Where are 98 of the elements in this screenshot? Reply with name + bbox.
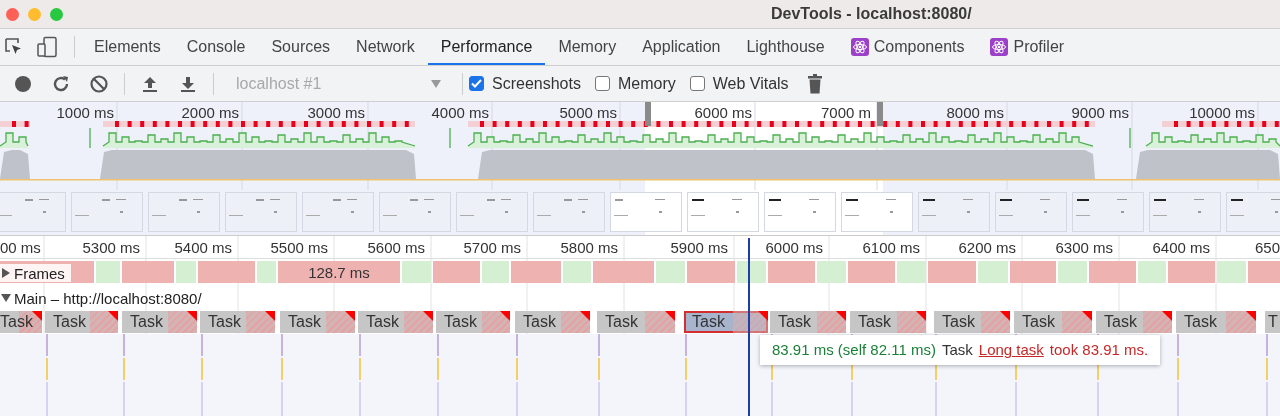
time-label: 6100 ms: [862, 239, 920, 256]
minimize-button[interactable]: [28, 7, 41, 21]
time-label: 6000 ms: [694, 104, 752, 121]
screenshot-thumbnail: [225, 192, 297, 232]
task-bar[interactable]: Task: [850, 311, 926, 333]
time-label: 9000 ms: [1071, 104, 1129, 121]
device-icon[interactable]: [36, 36, 58, 58]
time-label: 4000 ms: [431, 104, 489, 121]
time-label: 5400 ms: [174, 239, 232, 256]
task-name: Task: [941, 341, 973, 358]
time-label: 5300 ms: [82, 239, 140, 256]
task-bar[interactable]: Task: [684, 311, 768, 333]
clear-icon: [89, 73, 109, 94]
time-label: 10000 ms: [1189, 104, 1255, 121]
screenshot-thumbnail: [841, 192, 913, 232]
time-label: 2000 ms: [181, 104, 239, 121]
checkbox-label: Memory: [617, 74, 676, 93]
time-label: 6400 ms: [1152, 239, 1210, 256]
screenshot-thumbnail: [995, 192, 1067, 232]
frame-bar[interactable]: 128.7 ms: [278, 261, 400, 283]
window-title: DevTools - localhost:8080/: [771, 5, 972, 23]
frames-track-header[interactable]: Frames: [0, 264, 71, 282]
screenshot-thumbnail: [302, 192, 374, 232]
task-bar[interactable]: Task: [597, 311, 675, 333]
time-label: 5700 ms: [463, 239, 521, 256]
screenshot-thumbnail: [379, 192, 451, 232]
range-handle[interactable]: [645, 102, 651, 126]
frame-bar[interactable]: [737, 261, 766, 283]
task-bar[interactable]: T: [1265, 311, 1280, 333]
checkbox[interactable]: [689, 76, 705, 91]
reload-icon: [51, 73, 71, 94]
panel-tab[interactable]: Console: [173, 31, 259, 65]
screenshot-thumbnail: [71, 192, 143, 232]
checkbox-label: Web Vitals: [712, 74, 789, 93]
range-handle[interactable]: [877, 102, 883, 126]
screenshot-thumbnail: [687, 192, 759, 232]
atom-icon: [850, 38, 869, 56]
time-label: 5800 ms: [560, 239, 618, 256]
warning-text: took 83.91 ms.: [1049, 341, 1149, 358]
task-bar[interactable]: Task: [515, 311, 590, 333]
time-label: 6000 ms: [765, 239, 823, 256]
task-bar[interactable]: Task: [770, 311, 846, 333]
time-label: 5000 ms: [559, 104, 617, 121]
task-bar[interactable]: Task: [358, 311, 433, 333]
time-label: 650: [1254, 239, 1280, 256]
task-bar[interactable]: Task: [200, 311, 275, 333]
task-bar[interactable]: Task: [122, 311, 197, 333]
time-label: 5500 ms: [270, 239, 328, 256]
checkbox[interactable]: [469, 76, 484, 91]
screenshot-thumbnail: [1226, 192, 1280, 232]
task-bar[interactable]: Task: [1176, 311, 1256, 333]
screenshot-thumbnail: [1072, 192, 1144, 232]
task-bar[interactable]: Task: [934, 311, 1010, 333]
time-label: 7000 m: [820, 104, 871, 121]
task-bar[interactable]: Task: [280, 311, 355, 333]
time-label: 8000 ms: [946, 104, 1004, 121]
caret-icon: [430, 78, 442, 89]
screenshot-thumbnail: [1149, 192, 1221, 232]
screenshot-thumbnail: [610, 192, 682, 232]
panel-tab[interactable]: Profiler: [977, 31, 1078, 65]
screenshot-thumbnail: [764, 192, 836, 232]
task-bar[interactable]: Task: [436, 311, 510, 333]
time-label: 5900 ms: [670, 239, 728, 256]
time-label: 6300 ms: [1055, 239, 1113, 256]
download-icon: [179, 74, 197, 93]
panel-tab[interactable]: Sources: [258, 31, 344, 65]
screenshot-thumbnail: [148, 192, 220, 232]
screenshot-thumbnail: [456, 192, 528, 232]
screenshot-thumbnail: [533, 192, 605, 232]
zoom-button[interactable]: [50, 7, 63, 21]
atom-icon: [990, 38, 1009, 56]
task-bar[interactable]: Task: [1014, 311, 1092, 333]
panel-tab[interactable]: Components: [837, 31, 978, 65]
record-icon: [14, 74, 32, 93]
checkbox-label: Screenshots: [492, 74, 581, 93]
duration-text: 83.91 ms (self 82.11 ms): [772, 341, 936, 358]
inspect-icon[interactable]: [4, 37, 24, 57]
panel-tab[interactable]: Lighthouse: [733, 31, 838, 65]
time-label: 1000 ms: [56, 104, 114, 121]
task-bar[interactable]: Task: [45, 311, 118, 333]
close-button[interactable]: [6, 7, 19, 21]
panel-tab[interactable]: Memory: [545, 31, 630, 65]
screenshot-thumbnail: [918, 192, 990, 232]
checkbox[interactable]: [594, 76, 610, 91]
panel-tab[interactable]: Network: [343, 31, 428, 65]
time-label: 00 ms: [0, 239, 41, 256]
panel-tab[interactable]: Elements: [81, 31, 174, 65]
overview-panel[interactable]: 1000 ms 2000 ms 3000 ms 4000 ms 5000 ms 6000 ms 7000 m 8000 ms 9000 ms 10000 ms: [0, 102, 1280, 236]
task-bar[interactable]: Task: [1096, 311, 1172, 333]
screenshot-thumbnail: [0, 192, 66, 232]
upload-icon: [141, 74, 159, 93]
task-bar[interactable]: Task: [0, 311, 42, 333]
time-label: 5600 ms: [367, 239, 425, 256]
time-label: 3000 ms: [307, 104, 365, 121]
panel-tab[interactable]: Application: [629, 31, 734, 65]
main-track-header[interactable]: Main – http://localhost:8080/: [0, 289, 208, 307]
long-task-link[interactable]: Long task: [978, 341, 1044, 358]
time-label: 6200 ms: [958, 239, 1016, 256]
